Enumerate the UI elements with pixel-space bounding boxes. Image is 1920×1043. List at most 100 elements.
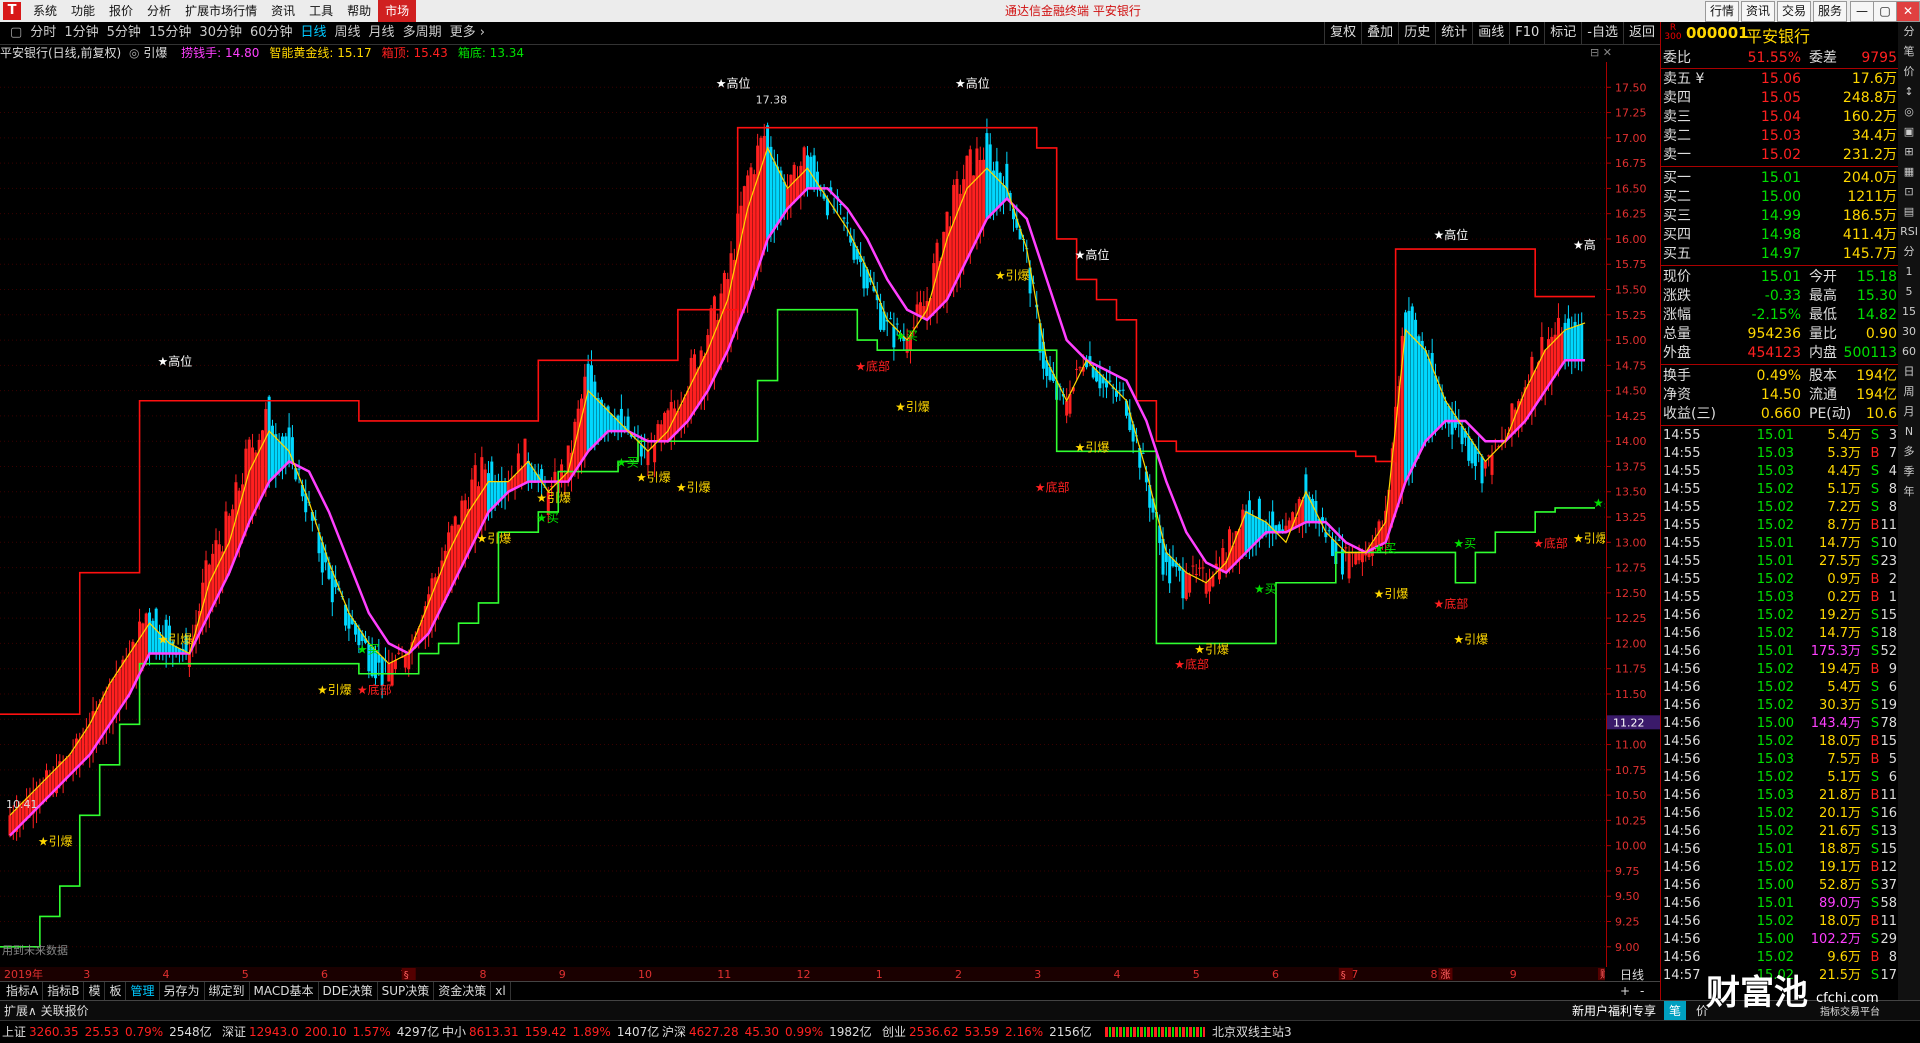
side-tool-14[interactable]: 15 [1898,302,1920,322]
server-name[interactable]: 北京双线主站3 [1212,1021,1292,1043]
chart-tool-0[interactable]: 复权 [1324,22,1361,44]
indicator-toggle-icon[interactable]: ◎ [129,46,139,60]
period-tab-2[interactable]: 5分钟 [103,22,145,44]
side-tool-23[interactable]: 年 [1898,482,1920,502]
period-tab-0[interactable]: 分时 [26,22,60,44]
side-tool-6[interactable]: ⊞ [1898,142,1920,162]
indicator-name[interactable]: 引爆 [143,46,167,60]
period-tab-1[interactable]: 1分钟 [60,22,102,44]
side-tool-11[interactable]: 分 [1898,242,1920,262]
indicator-tab-0[interactable]: 指标A [2,982,44,1001]
price-tick-label: 12.50 [1615,587,1647,600]
tick-volume: 89.0万 [1819,896,1861,911]
tick-volume: 52.8万 [1819,878,1861,893]
chart-tool-4[interactable]: 画线 [1472,22,1509,44]
kline-chart[interactable]: ★高位★高位 ★高位★高位★高位★高★引爆★引爆★买★引爆 ★底部★引爆★引爆★买★… [0,62,1605,967]
indicator-tab-9[interactable]: SUP决策 [378,982,435,1001]
indicator-tab-6[interactable]: 绑定到 [205,982,250,1001]
chart-tool-6[interactable]: 标记 [1544,22,1581,44]
tab-bi[interactable]: 笔 [1664,1001,1687,1021]
indicator-tab-11[interactable]: xl [491,982,511,1001]
side-tool-22[interactable]: 季 [1898,462,1920,482]
chart-tool-8[interactable]: 返回 [1622,22,1660,44]
close-button[interactable]: ✕ [1896,1,1920,22]
tick-count: 19 [1880,698,1897,713]
period-tab-7[interactable]: 周线 [331,22,365,44]
menu-item-7[interactable]: 帮助 [340,0,378,22]
candle-body [686,390,690,421]
side-tool-21[interactable]: 多 [1898,442,1920,462]
indicator-tab-3[interactable]: 板 [105,982,127,1001]
side-tool-19[interactable]: 月 [1898,402,1920,422]
side-tool-12[interactable]: 1 [1898,262,1920,282]
side-tool-10[interactable]: RSI [1898,222,1920,242]
candle-body [121,659,125,705]
candle-body [397,652,401,654]
maximize-button[interactable]: ▢ [1873,1,1897,22]
period-tab-5[interactable]: 60分钟 [246,22,297,44]
menu-market[interactable]: 市场 [378,0,417,22]
top-button-3[interactable]: 服务 [1813,1,1848,22]
period-menu-icon[interactable]: ▢ [6,22,26,44]
zoom-in-button[interactable]: + [1620,984,1630,998]
top-button-0[interactable]: 行情 [1705,1,1740,22]
side-tool-1[interactable]: 笔 [1898,42,1920,62]
menu-item-5[interactable]: 资讯 [264,0,302,22]
menu-item-0[interactable]: 系统 [26,0,64,22]
side-tool-7[interactable]: ▦ [1898,162,1920,182]
chart-tool-5[interactable]: F10 [1509,22,1544,44]
side-tool-8[interactable]: ⊡ [1898,182,1920,202]
menu-item-4[interactable]: 扩展市场行情 [178,0,264,22]
indicator-tab-1[interactable]: 指标B [43,982,85,1001]
side-tool-18[interactable]: 周 [1898,382,1920,402]
side-tool-9[interactable]: ▤ [1898,202,1920,222]
indicator-tab-8[interactable]: DDE决策 [319,982,378,1001]
side-tool-17[interactable]: 日 [1898,362,1920,382]
extension-toggle[interactable]: 扩展∧ 关联报价 [4,1001,89,1021]
period-tab-3[interactable]: 15分钟 [145,22,196,44]
side-tool-0[interactable]: 分 [1898,22,1920,42]
side-tool-2[interactable]: 价 [1898,62,1920,82]
candle-body [477,486,480,533]
new-user-link[interactable]: 新用户福利专享 [1572,1001,1656,1021]
side-tool-13[interactable]: 5 [1898,282,1920,302]
side-tool-20[interactable]: N [1898,422,1920,442]
tick-row: 14:56 15.02 30.3万 S 19 [1661,697,1899,715]
chart-tool-1[interactable]: 叠加 [1361,22,1398,44]
top-button-2[interactable]: 交易 [1777,1,1812,22]
minimize-button[interactable]: — [1850,1,1874,22]
tick-row: 14:55 15.01 27.5万 S 23 [1661,553,1899,571]
index-item[interactable]: 沪深 4627.28 45.30 0.99% 1982亿 [662,1021,872,1043]
index-item[interactable]: 中小 8613.31 159.42 1.89% 1407亿 [442,1021,659,1043]
chart-tool-7[interactable]: -自选 [1581,22,1623,44]
menu-item-2[interactable]: 报价 [102,0,140,22]
tick-time: 14:55 [1663,554,1701,569]
indicator-tab-7[interactable]: MACD基本 [250,982,319,1001]
period-tab-10[interactable]: 更多 › [446,22,489,44]
indicator-tab-10[interactable]: 资金决策 [434,982,492,1001]
top-button-1[interactable]: 资讯 [1741,1,1776,22]
index-item[interactable]: 创业 2536.62 53.59 2.16% 2156亿 [882,1021,1092,1043]
menu-item-1[interactable]: 功能 [64,0,102,22]
period-tab-8[interactable]: 月线 [365,22,399,44]
index-item[interactable]: 深证 12943.0 200.10 1.57% 4297亿 [222,1021,439,1043]
zoom-out-button[interactable]: - [1640,984,1644,998]
chart-tool-3[interactable]: 统计 [1435,22,1472,44]
indicator-tab-5[interactable]: 另存为 [160,982,205,1001]
chart-settings-icon[interactable]: ⊟ ✕ [1590,46,1612,59]
indicator-tab-2[interactable]: 模 [84,982,106,1001]
chart-tool-2[interactable]: 历史 [1398,22,1435,44]
period-tab-4[interactable]: 30分钟 [195,22,246,44]
ask-row-label: 卖二 [1663,128,1691,144]
side-tool-3[interactable]: ↕ [1898,82,1920,102]
side-tool-5[interactable]: ▣ [1898,122,1920,142]
index-item[interactable]: 上证 3260.35 25.53 0.79% 2548亿 [2,1021,212,1043]
period-tab-6[interactable]: 日线 [297,22,331,44]
menu-item-3[interactable]: 分析 [140,0,178,22]
side-tool-16[interactable]: 60 [1898,342,1920,362]
side-tool-15[interactable]: 30 [1898,322,1920,342]
side-tool-4[interactable]: ◎ [1898,102,1920,122]
period-tab-9[interactable]: 多周期 [399,22,446,44]
indicator-tab-4[interactable]: 管理 [126,982,160,1001]
menu-item-6[interactable]: 工具 [302,0,340,22]
